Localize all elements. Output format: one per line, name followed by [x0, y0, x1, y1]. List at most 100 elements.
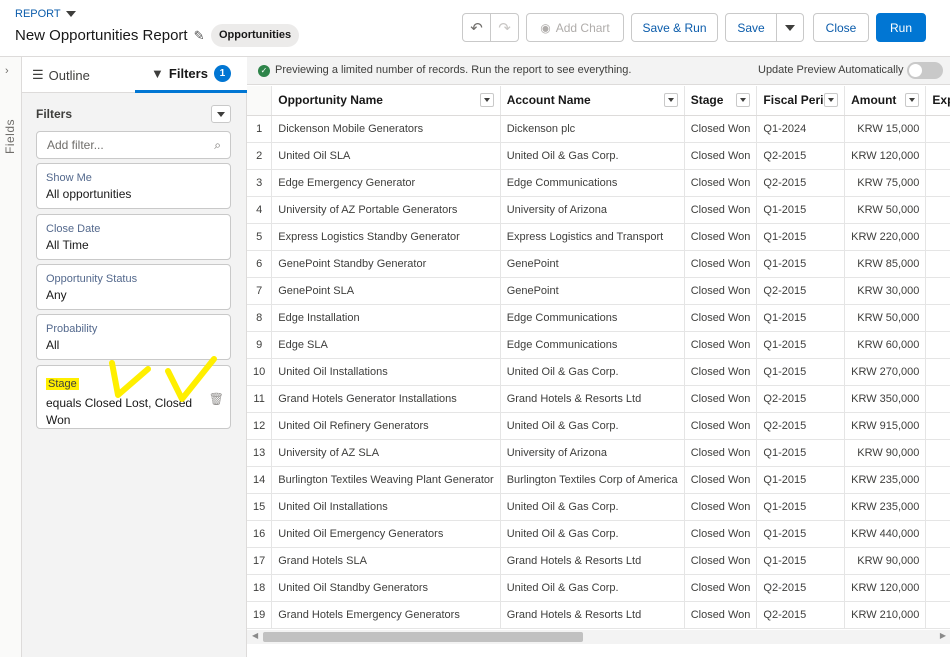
horizontal-scrollbar[interactable]: ◀ ▶: [247, 630, 950, 644]
column-header[interactable]: Expe: [925, 86, 950, 116]
table-cell[interactable]: Closed Won: [684, 412, 758, 440]
table-row[interactable]: 18 United Oil Standby Generators United Oi…: [247, 574, 950, 602]
table-cell[interactable]: Q2-2015: [756, 169, 846, 197]
table-row[interactable]: 11 Grand Hotels Generator Installations Gr…: [247, 385, 950, 413]
table-cell[interactable]: Burlington Textiles Corp of America: [500, 466, 685, 494]
table-cell[interactable]: University of Arizona: [500, 196, 685, 224]
column-header[interactable]: Amount: [844, 86, 927, 116]
table-cell[interactable]: Q2-2015: [756, 574, 846, 602]
table-cell[interactable]: GenePoint: [500, 277, 685, 305]
table-cell[interactable]: United Oil & Gas Corp.: [500, 574, 685, 602]
table-cell[interactable]: Closed Won: [684, 250, 758, 278]
table-cell[interactable]: Edge SLA: [271, 331, 501, 359]
table-cell[interactable]: Closed Won: [684, 466, 758, 494]
tab-outline[interactable]: ☰ Outline: [32, 57, 132, 93]
table-cell[interactable]: Q1-2015: [756, 223, 846, 251]
table-cell[interactable]: Q2-2015: [756, 385, 846, 413]
scroll-right-icon[interactable]: ▶: [940, 631, 946, 640]
trash-icon[interactable]: 🗑: [209, 392, 224, 406]
table-cell[interactable]: [925, 142, 950, 170]
table-cell[interactable]: University of AZ Portable Generators: [271, 196, 501, 224]
table-cell[interactable]: KRW 440,000: [844, 520, 927, 548]
column-header[interactable]: Account Name: [500, 86, 685, 116]
table-cell[interactable]: Q2-2015: [756, 277, 846, 305]
table-cell[interactable]: United Oil Standby Generators: [271, 574, 501, 602]
table-cell[interactable]: GenePoint SLA: [271, 277, 501, 305]
table-cell[interactable]: Grand Hotels Generator Installations: [271, 385, 501, 413]
table-row[interactable]: 16 United Oil Emergency Generators United …: [247, 520, 950, 548]
table-cell[interactable]: Express Logistics and Transport: [500, 223, 685, 251]
table-cell[interactable]: Q2-2015: [756, 601, 846, 629]
table-cell[interactable]: Closed Won: [684, 547, 758, 575]
scrollbar-thumb[interactable]: [263, 632, 583, 642]
table-cell[interactable]: KRW 50,000: [844, 304, 927, 332]
table-cell[interactable]: United Oil & Gas Corp.: [500, 520, 685, 548]
table-cell[interactable]: Q1-2015: [756, 439, 846, 467]
save-button[interactable]: Save: [725, 13, 777, 42]
table-row[interactable]: 9 Edge SLA Edge Communications Closed Won Q1…: [247, 331, 950, 359]
table-cell[interactable]: United Oil & Gas Corp.: [500, 493, 685, 521]
table-cell[interactable]: [925, 493, 950, 521]
auto-preview-toggle[interactable]: [907, 62, 943, 79]
table-cell[interactable]: KRW 120,000: [844, 574, 927, 602]
table-cell[interactable]: [925, 115, 950, 143]
table-cell[interactable]: [925, 196, 950, 224]
table-row[interactable]: 12 United Oil Refinery Generators United O…: [247, 412, 950, 440]
redo-icon[interactable]: ↷: [490, 14, 518, 41]
table-cell[interactable]: Grand Hotels & Resorts Ltd: [500, 547, 685, 575]
chevron-down-icon[interactable]: [824, 93, 839, 107]
table-cell[interactable]: University of AZ SLA: [271, 439, 501, 467]
table-cell[interactable]: Closed Won: [684, 304, 758, 332]
chevron-down-icon[interactable]: [479, 93, 494, 107]
table-cell[interactable]: KRW 270,000: [844, 358, 927, 386]
table-cell[interactable]: Grand Hotels & Resorts Ltd: [500, 385, 685, 413]
column-header[interactable]: Fiscal Period: [756, 86, 846, 116]
tab-filters[interactable]: ▼ Filters 1: [135, 57, 247, 93]
table-cell[interactable]: United Oil Emergency Generators: [271, 520, 501, 548]
chevron-down-icon[interactable]: [736, 93, 751, 107]
table-cell[interactable]: Edge Communications: [500, 331, 685, 359]
table-cell[interactable]: Q1-2015: [756, 304, 846, 332]
table-row[interactable]: 7 GenePoint SLA GenePoint Closed Won Q2-2015…: [247, 277, 950, 305]
table-cell[interactable]: Closed Won: [684, 169, 758, 197]
table-cell[interactable]: Q1-2024: [756, 115, 846, 143]
filters-menu-button[interactable]: [211, 105, 231, 123]
table-cell[interactable]: Closed Won: [684, 574, 758, 602]
column-header[interactable]: Opportunity Name: [271, 86, 501, 116]
table-cell[interactable]: GenePoint: [500, 250, 685, 278]
table-cell[interactable]: United Oil & Gas Corp.: [500, 412, 685, 440]
table-cell[interactable]: [925, 331, 950, 359]
table-cell[interactable]: [925, 439, 950, 467]
table-cell[interactable]: [925, 304, 950, 332]
table-cell[interactable]: Closed Won: [684, 196, 758, 224]
table-cell[interactable]: Edge Emergency Generator: [271, 169, 501, 197]
table-cell[interactable]: [925, 520, 950, 548]
table-cell[interactable]: Closed Won: [684, 223, 758, 251]
table-row[interactable]: 10 United Oil Installations United Oil & G…: [247, 358, 950, 386]
table-cell[interactable]: Edge Communications: [500, 304, 685, 332]
table-cell[interactable]: United Oil Installations: [271, 493, 501, 521]
table-cell[interactable]: United Oil & Gas Corp.: [500, 358, 685, 386]
close-button[interactable]: Close: [813, 13, 869, 42]
table-cell[interactable]: Q1-2015: [756, 196, 846, 224]
table-cell[interactable]: Closed Won: [684, 358, 758, 386]
table-row[interactable]: 6 GenePoint Standby Generator GenePoint Clo…: [247, 250, 950, 278]
table-cell[interactable]: KRW 50,000: [844, 196, 927, 224]
table-cell[interactable]: [925, 601, 950, 629]
table-row[interactable]: 8 Edge Installation Edge Communications Clo…: [247, 304, 950, 332]
table-cell[interactable]: [925, 223, 950, 251]
table-cell[interactable]: KRW 85,000: [844, 250, 927, 278]
table-cell[interactable]: Closed Won: [684, 277, 758, 305]
table-cell[interactable]: KRW 915,000: [844, 412, 927, 440]
table-cell[interactable]: Q1-2015: [756, 358, 846, 386]
column-header[interactable]: Stage: [684, 86, 758, 116]
table-cell[interactable]: Burlington Textiles Weaving Plant Genera…: [271, 466, 501, 494]
table-cell[interactable]: Dickenson plc: [500, 115, 685, 143]
table-cell[interactable]: Dickenson Mobile Generators: [271, 115, 501, 143]
table-cell[interactable]: KRW 90,000: [844, 547, 927, 575]
filter-close-date[interactable]: Close Date All Time: [36, 214, 231, 260]
chevron-down-icon[interactable]: [905, 93, 920, 107]
table-row[interactable]: 15 United Oil Installations United Oil & G…: [247, 493, 950, 521]
table-cell[interactable]: [925, 385, 950, 413]
table-cell[interactable]: University of Arizona: [500, 439, 685, 467]
